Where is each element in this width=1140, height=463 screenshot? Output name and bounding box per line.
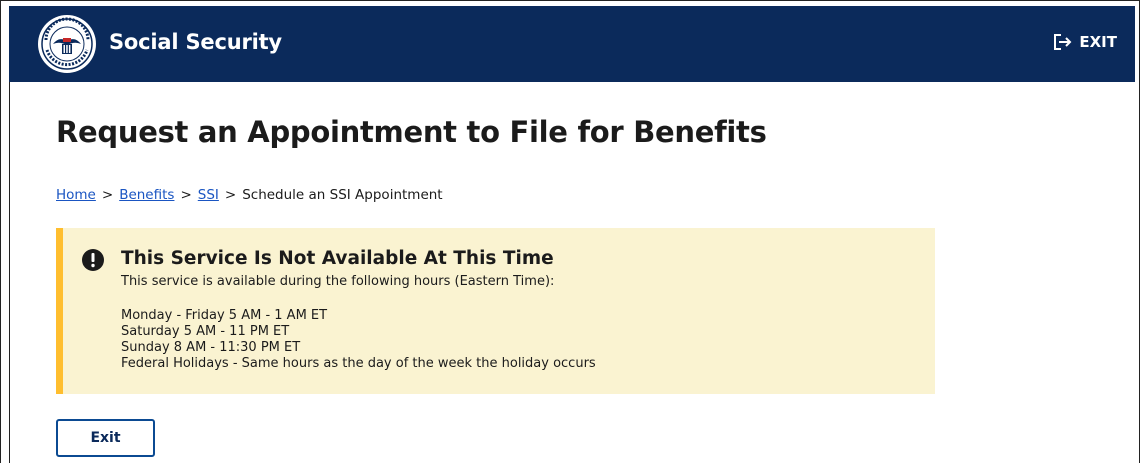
hours-saturday: Saturday 5 AM - 11 PM ET <box>121 324 290 339</box>
site-brand[interactable]: Social Security <box>109 30 282 54</box>
breadcrumb-home[interactable]: Home <box>56 187 96 203</box>
page-title: Request an Appointment to File for Benef… <box>56 115 767 149</box>
exclamation-circle-icon <box>81 248 105 272</box>
hours-sunday: Sunday 8 AM - 11:30 PM ET <box>121 340 301 355</box>
ssa-seal-icon[interactable] <box>37 14 97 74</box>
hours-weekday: Monday - Friday 5 AM - 1 AM ET <box>121 308 328 323</box>
service-unavailable-alert: This Service Is Not Available At This Ti… <box>56 228 935 394</box>
breadcrumb-benefits[interactable]: Benefits <box>119 187 174 203</box>
breadcrumb-separator: > <box>101 187 114 203</box>
header-exit-label: EXIT <box>1079 33 1117 51</box>
content-border <box>9 82 10 463</box>
breadcrumb-current: Schedule an SSI Appointment <box>242 187 443 203</box>
breadcrumb-separator: > <box>224 187 237 203</box>
browser-frame: Social Security EXIT Request an Appointm… <box>0 0 1140 463</box>
site-header: Social Security EXIT <box>9 6 1135 82</box>
header-exit-button[interactable]: EXIT <box>1053 33 1117 51</box>
breadcrumb-ssi[interactable]: SSI <box>198 187 219 203</box>
alert-heading: This Service Is Not Available At This Ti… <box>121 248 554 269</box>
breadcrumb: Home > Benefits > SSI > Schedule an SSI … <box>56 187 443 203</box>
alert-lead: This service is available during the fol… <box>121 274 555 289</box>
hours-federal-holidays: Federal Holidays - Same hours as the day… <box>121 356 596 371</box>
sign-out-icon <box>1053 33 1073 51</box>
alert-body: This service is available during the fol… <box>121 274 596 372</box>
exit-button[interactable]: Exit <box>56 419 155 457</box>
breadcrumb-separator: > <box>180 187 192 203</box>
